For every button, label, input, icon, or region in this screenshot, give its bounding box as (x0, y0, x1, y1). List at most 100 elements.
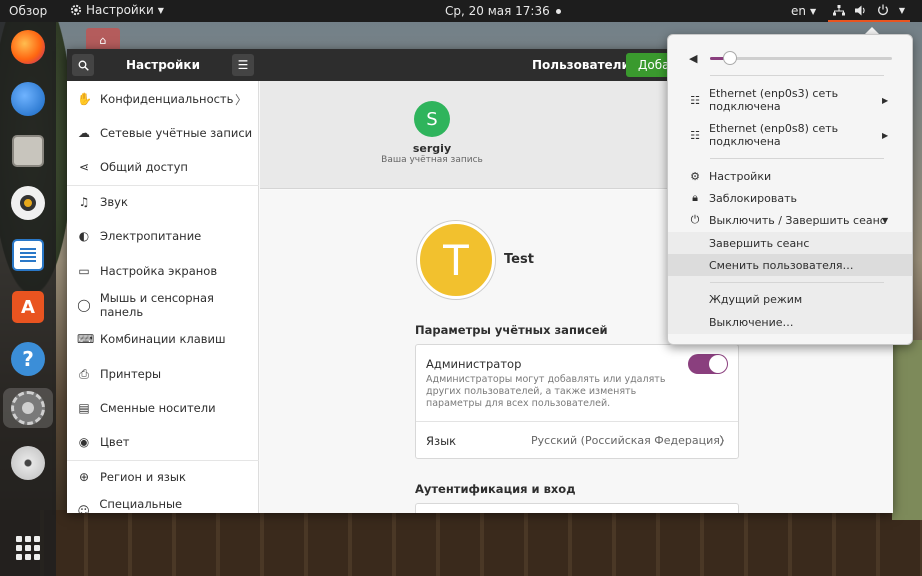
chevron-down-icon: ▼ (882, 215, 889, 225)
dock-software[interactable]: A (8, 287, 48, 327)
dock-rhythmbox[interactable] (8, 183, 48, 223)
chevron-right-icon: 〉 (719, 434, 732, 448)
speaker-icon: ◀ (689, 52, 698, 65)
volume-slider[interactable] (710, 57, 892, 60)
sidebar-item-label: Регион и язык (100, 470, 186, 484)
menu-item-power-off-logout[interactable]: ⏻ Выключить / Завершить сеанс ▼ (668, 210, 912, 230)
dock: A ? (0, 22, 56, 576)
sidebar-item-label: Настройка экранов (100, 264, 218, 278)
dock-disc[interactable] (8, 443, 48, 483)
system-status-button[interactable]: ▼ (828, 0, 910, 22)
dock-help[interactable]: ? (8, 339, 48, 379)
dock-files[interactable] (8, 131, 48, 171)
show-applications-icon[interactable] (16, 536, 40, 560)
language-value[interactable]: Русский (Российская Федерация) (531, 434, 724, 447)
activities-button[interactable]: Обзор (9, 4, 47, 18)
auth-section-title: Аутентификация и вход (415, 482, 576, 496)
dock-thunderbird[interactable] (8, 79, 48, 119)
sidebar-item-accessibility[interactable]: ☺ Специальные возможности (67, 494, 259, 513)
sidebar-item-label: Цвет (100, 435, 130, 449)
menu-item-ethernet-enp0s3[interactable]: ☷ Ethernet (enp0s3) сеть подключена ▶ (668, 85, 912, 115)
thunderbird-icon (11, 82, 45, 116)
sidebar-item-color[interactable]: ◉ Цвет (67, 425, 259, 459)
dock-settings[interactable] (3, 388, 53, 428)
toggle-knob (709, 355, 727, 373)
menu-item-ethernet-enp0s8[interactable]: ☷ Ethernet (enp0s8) сеть подключена ▶ (668, 120, 912, 150)
network-wired-icon: ☷ (690, 128, 700, 142)
sidebar-item-label: Конфиденциальность (100, 92, 234, 106)
menu-item-suspend[interactable]: Ждущий режим (668, 288, 912, 310)
sidebar-item-power[interactable]: ◐ Электропитание (67, 219, 259, 253)
user-avatar-button[interactable]: T (417, 221, 495, 299)
sidebar-item-printers[interactable]: ⎙ Принтеры (67, 357, 259, 391)
menu-item-label: Ethernet (enp0s8) сеть подключена (709, 122, 839, 148)
sidebar-item-sound[interactable]: ♫ Звук (67, 185, 259, 219)
app-menu-label: Настройки (86, 3, 154, 17)
accessibility-icon: ☺ (77, 504, 90, 513)
sidebar-item-label: Комбинации клавиш (100, 332, 226, 346)
avatar[interactable]: S (414, 101, 450, 137)
sidebar-item-region[interactable]: ⊕ Регион и язык (67, 460, 259, 494)
admin-description: Администраторы могут добавлять или удаля… (426, 374, 666, 409)
chevron-down-icon: ▼ (898, 5, 905, 15)
sidebar-item-mouse[interactable]: ◯ Мышь и сенсорная панель (67, 288, 259, 322)
gear-icon (70, 4, 82, 16)
chevron-right-icon: ▶ (882, 130, 889, 140)
sidebar-title: Настройки (125, 58, 200, 72)
cloud-icon: ☁ (78, 126, 90, 140)
sidebar-item-keyboard[interactable]: ⌨ Комбинации клавиш (67, 322, 259, 356)
hand-icon: ✋ (77, 92, 92, 106)
chevron-down-icon: ▼ (810, 6, 817, 16)
keyboard-icon: ⌨ (77, 332, 95, 346)
help-icon: ? (11, 342, 45, 376)
sidebar-item-sharing[interactable]: ⋖ Общий доступ (67, 150, 259, 184)
sidebar-item-label: Принтеры (100, 367, 162, 381)
admin-label: Администратор (426, 357, 522, 371)
display-icon: ▭ (78, 264, 90, 278)
mouse-icon: ◯ (77, 298, 91, 312)
sidebar-item-displays[interactable]: ▭ Настройка экранов (67, 254, 259, 288)
share-icon: ⋖ (78, 160, 90, 174)
menu-item-label: Выключить / Завершить сеанс (709, 213, 886, 227)
keyboard-layout-button[interactable]: en ▼ (791, 4, 816, 18)
menu-item-lock[interactable]: 🔒︎ Заблокировать (668, 188, 912, 208)
menu-item-settings[interactable]: ⚙ Настройки (668, 166, 912, 186)
menu-item-label: Сменить пользователя… (709, 258, 854, 272)
menu-item-label: Выключение… (709, 315, 794, 329)
sidebar-item-label: Общий доступ (100, 160, 188, 174)
menu-item-power-off[interactable]: Выключение… (668, 310, 912, 334)
sidebar-item-privacy[interactable]: ✋ Конфиденциальность 〉 (67, 82, 259, 116)
hamburger-menu-button[interactable]: ☰ (232, 54, 254, 76)
dock-firefox[interactable] (8, 27, 48, 67)
menu-item-label: Ждущий режим (709, 292, 803, 306)
network-wired-icon (832, 4, 845, 15)
sidebar-item-removable-media[interactable]: ▤ Сменные носители (67, 391, 259, 425)
sidebar-item-online-accounts[interactable]: ☁ Сетевые учётные записи (67, 116, 259, 150)
user-name: sergiy (412, 142, 452, 155)
gear-icon: ⚙ (690, 169, 700, 183)
menu-item-logout[interactable]: Завершить сеанс (668, 232, 912, 254)
menu-item-label: Ethernet (enp0s3) сеть подключена (709, 87, 839, 113)
sidebar-item-label: Сетевые учётные записи (100, 126, 253, 140)
firefox-icon (11, 30, 45, 64)
app-menu-button[interactable]: Настройки ▼ (70, 3, 164, 17)
volume-slider-handle[interactable] (723, 51, 737, 65)
sidebar-item-label: Сменные носители (100, 401, 216, 415)
sidebar-item-label: Мышь и сенсорная панель (99, 291, 214, 319)
admin-toggle[interactable] (688, 354, 728, 374)
menu-item-switch-user[interactable]: Сменить пользователя… (668, 254, 912, 276)
media-icon: ▤ (78, 401, 90, 415)
user-full-name[interactable]: Test (504, 252, 534, 267)
sidebar: ✋ Конфиденциальность 〉 ☁ Сетевые учётные… (67, 81, 259, 513)
wallpaper-bridge (0, 510, 922, 576)
optical-disc-icon (11, 446, 45, 480)
page-title: Пользователи (532, 58, 630, 72)
dock-writer[interactable] (8, 235, 48, 275)
clock-button[interactable]: Ср, 20 мая 17:36 (445, 4, 561, 18)
software-center-icon: A (12, 291, 44, 323)
sidebar-item-label: Звук (100, 195, 128, 209)
sidebar-item-label: Электропитание (100, 229, 202, 243)
keyboard-layout-label: en (791, 4, 806, 18)
document-icon (12, 239, 44, 271)
menu-item-label: Заблокировать (709, 191, 797, 205)
